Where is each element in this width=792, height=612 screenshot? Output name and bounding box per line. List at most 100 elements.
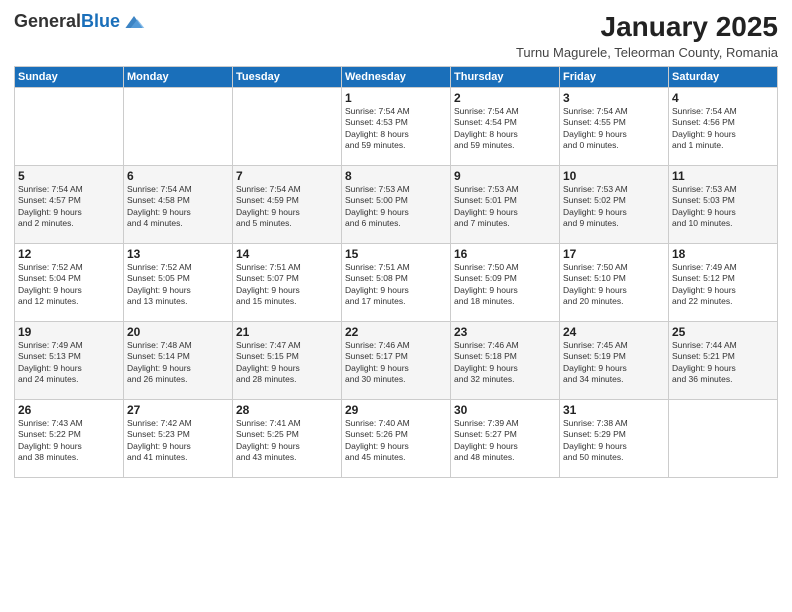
week-row-2: 5Sunrise: 7:54 AMSunset: 4:57 PMDaylight…	[15, 165, 778, 243]
day-info: Sunrise: 7:47 AMSunset: 5:15 PMDaylight:…	[236, 340, 338, 386]
logo: GeneralBlue	[14, 12, 146, 32]
day-info: Sunrise: 7:54 AMSunset: 4:56 PMDaylight:…	[672, 106, 774, 152]
day-cell-0-4: 2Sunrise: 7:54 AMSunset: 4:54 PMDaylight…	[451, 87, 560, 165]
day-number: 28	[236, 403, 338, 417]
day-cell-2-3: 15Sunrise: 7:51 AMSunset: 5:08 PMDayligh…	[342, 243, 451, 321]
day-cell-3-0: 19Sunrise: 7:49 AMSunset: 5:13 PMDayligh…	[15, 321, 124, 399]
day-info: Sunrise: 7:46 AMSunset: 5:17 PMDaylight:…	[345, 340, 447, 386]
day-number: 14	[236, 247, 338, 261]
day-number: 17	[563, 247, 665, 261]
col-wednesday: Wednesday	[342, 66, 451, 87]
day-cell-0-1	[124, 87, 233, 165]
day-cell-2-6: 18Sunrise: 7:49 AMSunset: 5:12 PMDayligh…	[669, 243, 778, 321]
day-number: 6	[127, 169, 229, 183]
day-number: 29	[345, 403, 447, 417]
day-cell-0-3: 1Sunrise: 7:54 AMSunset: 4:53 PMDaylight…	[342, 87, 451, 165]
day-info: Sunrise: 7:51 AMSunset: 5:08 PMDaylight:…	[345, 262, 447, 308]
day-number: 7	[236, 169, 338, 183]
day-cell-4-6	[669, 399, 778, 477]
day-cell-3-3: 22Sunrise: 7:46 AMSunset: 5:17 PMDayligh…	[342, 321, 451, 399]
logo-blue-text: Blue	[81, 11, 120, 31]
day-info: Sunrise: 7:39 AMSunset: 5:27 PMDaylight:…	[454, 418, 556, 464]
day-info: Sunrise: 7:48 AMSunset: 5:14 PMDaylight:…	[127, 340, 229, 386]
day-number: 19	[18, 325, 120, 339]
day-cell-0-2	[233, 87, 342, 165]
day-number: 26	[18, 403, 120, 417]
week-row-3: 12Sunrise: 7:52 AMSunset: 5:04 PMDayligh…	[15, 243, 778, 321]
day-number: 30	[454, 403, 556, 417]
day-info: Sunrise: 7:45 AMSunset: 5:19 PMDaylight:…	[563, 340, 665, 386]
day-info: Sunrise: 7:38 AMSunset: 5:29 PMDaylight:…	[563, 418, 665, 464]
day-info: Sunrise: 7:54 AMSunset: 4:54 PMDaylight:…	[454, 106, 556, 152]
col-thursday: Thursday	[451, 66, 560, 87]
day-cell-1-1: 6Sunrise: 7:54 AMSunset: 4:58 PMDaylight…	[124, 165, 233, 243]
day-info: Sunrise: 7:53 AMSunset: 5:00 PMDaylight:…	[345, 184, 447, 230]
page: GeneralBlue January 2025 Turnu Magurele,…	[0, 0, 792, 612]
day-number: 24	[563, 325, 665, 339]
day-cell-2-2: 14Sunrise: 7:51 AMSunset: 5:07 PMDayligh…	[233, 243, 342, 321]
day-info: Sunrise: 7:54 AMSunset: 4:57 PMDaylight:…	[18, 184, 120, 230]
day-cell-3-2: 21Sunrise: 7:47 AMSunset: 5:15 PMDayligh…	[233, 321, 342, 399]
day-number: 25	[672, 325, 774, 339]
week-row-4: 19Sunrise: 7:49 AMSunset: 5:13 PMDayligh…	[15, 321, 778, 399]
day-number: 18	[672, 247, 774, 261]
day-cell-2-0: 12Sunrise: 7:52 AMSunset: 5:04 PMDayligh…	[15, 243, 124, 321]
day-cell-4-0: 26Sunrise: 7:43 AMSunset: 5:22 PMDayligh…	[15, 399, 124, 477]
day-info: Sunrise: 7:53 AMSunset: 5:01 PMDaylight:…	[454, 184, 556, 230]
day-cell-4-2: 28Sunrise: 7:41 AMSunset: 5:25 PMDayligh…	[233, 399, 342, 477]
day-number: 8	[345, 169, 447, 183]
day-cell-4-1: 27Sunrise: 7:42 AMSunset: 5:23 PMDayligh…	[124, 399, 233, 477]
day-cell-3-1: 20Sunrise: 7:48 AMSunset: 5:14 PMDayligh…	[124, 321, 233, 399]
calendar-table: Sunday Monday Tuesday Wednesday Thursday…	[14, 66, 778, 478]
logo-general-text: General	[14, 11, 81, 31]
day-info: Sunrise: 7:51 AMSunset: 5:07 PMDaylight:…	[236, 262, 338, 308]
day-info: Sunrise: 7:50 AMSunset: 5:10 PMDaylight:…	[563, 262, 665, 308]
day-number: 21	[236, 325, 338, 339]
day-info: Sunrise: 7:49 AMSunset: 5:12 PMDaylight:…	[672, 262, 774, 308]
calendar-subtitle: Turnu Magurele, Teleorman County, Romani…	[516, 45, 778, 60]
col-saturday: Saturday	[669, 66, 778, 87]
day-cell-2-5: 17Sunrise: 7:50 AMSunset: 5:10 PMDayligh…	[560, 243, 669, 321]
col-monday: Monday	[124, 66, 233, 87]
day-cell-3-4: 23Sunrise: 7:46 AMSunset: 5:18 PMDayligh…	[451, 321, 560, 399]
day-info: Sunrise: 7:43 AMSunset: 5:22 PMDaylight:…	[18, 418, 120, 464]
day-cell-1-0: 5Sunrise: 7:54 AMSunset: 4:57 PMDaylight…	[15, 165, 124, 243]
day-number: 1	[345, 91, 447, 105]
col-tuesday: Tuesday	[233, 66, 342, 87]
title-block: January 2025 Turnu Magurele, Teleorman C…	[516, 12, 778, 60]
day-info: Sunrise: 7:42 AMSunset: 5:23 PMDaylight:…	[127, 418, 229, 464]
day-number: 3	[563, 91, 665, 105]
day-number: 23	[454, 325, 556, 339]
day-number: 20	[127, 325, 229, 339]
col-friday: Friday	[560, 66, 669, 87]
day-number: 12	[18, 247, 120, 261]
day-number: 5	[18, 169, 120, 183]
week-row-1: 1Sunrise: 7:54 AMSunset: 4:53 PMDaylight…	[15, 87, 778, 165]
day-info: Sunrise: 7:46 AMSunset: 5:18 PMDaylight:…	[454, 340, 556, 386]
day-number: 27	[127, 403, 229, 417]
day-number: 22	[345, 325, 447, 339]
day-info: Sunrise: 7:49 AMSunset: 5:13 PMDaylight:…	[18, 340, 120, 386]
logo-icon	[122, 12, 146, 32]
day-info: Sunrise: 7:52 AMSunset: 5:05 PMDaylight:…	[127, 262, 229, 308]
day-number: 13	[127, 247, 229, 261]
day-info: Sunrise: 7:53 AMSunset: 5:03 PMDaylight:…	[672, 184, 774, 230]
day-number: 11	[672, 169, 774, 183]
day-cell-2-4: 16Sunrise: 7:50 AMSunset: 5:09 PMDayligh…	[451, 243, 560, 321]
day-cell-0-6: 4Sunrise: 7:54 AMSunset: 4:56 PMDaylight…	[669, 87, 778, 165]
day-info: Sunrise: 7:54 AMSunset: 4:58 PMDaylight:…	[127, 184, 229, 230]
header: GeneralBlue January 2025 Turnu Magurele,…	[14, 12, 778, 60]
day-cell-1-3: 8Sunrise: 7:53 AMSunset: 5:00 PMDaylight…	[342, 165, 451, 243]
day-cell-3-6: 25Sunrise: 7:44 AMSunset: 5:21 PMDayligh…	[669, 321, 778, 399]
day-cell-3-5: 24Sunrise: 7:45 AMSunset: 5:19 PMDayligh…	[560, 321, 669, 399]
day-cell-4-5: 31Sunrise: 7:38 AMSunset: 5:29 PMDayligh…	[560, 399, 669, 477]
col-sunday: Sunday	[15, 66, 124, 87]
day-number: 16	[454, 247, 556, 261]
day-number: 9	[454, 169, 556, 183]
day-cell-1-2: 7Sunrise: 7:54 AMSunset: 4:59 PMDaylight…	[233, 165, 342, 243]
day-cell-1-4: 9Sunrise: 7:53 AMSunset: 5:01 PMDaylight…	[451, 165, 560, 243]
day-cell-1-6: 11Sunrise: 7:53 AMSunset: 5:03 PMDayligh…	[669, 165, 778, 243]
day-info: Sunrise: 7:52 AMSunset: 5:04 PMDaylight:…	[18, 262, 120, 308]
day-cell-2-1: 13Sunrise: 7:52 AMSunset: 5:05 PMDayligh…	[124, 243, 233, 321]
day-number: 15	[345, 247, 447, 261]
